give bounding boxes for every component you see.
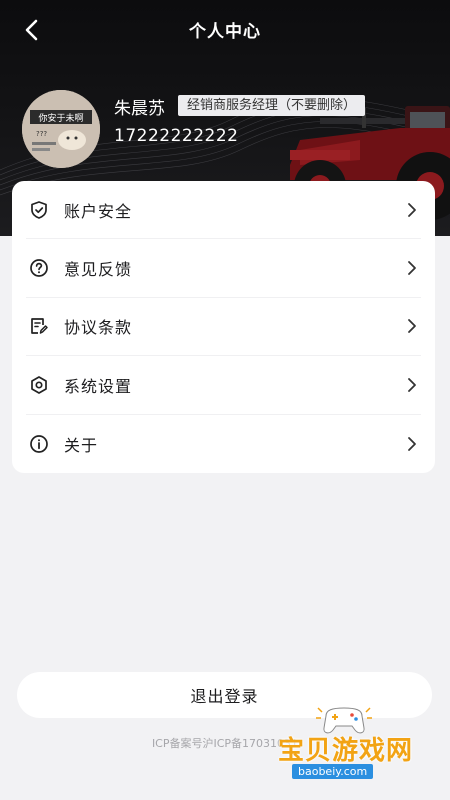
- menu-item-label: 关于: [64, 435, 99, 455]
- question-circle-icon: [28, 257, 50, 279]
- chevron-right-icon: [403, 201, 421, 219]
- chevron-left-icon: [25, 19, 38, 41]
- avatar-image: 你安于未啊 ???: [22, 90, 100, 168]
- shield-check-icon: [28, 199, 50, 221]
- menu-item-feedback[interactable]: 意见反馈: [26, 239, 421, 298]
- user-name: 朱晨苏: [114, 99, 165, 119]
- menu-item-system-settings[interactable]: 系统设置: [26, 356, 421, 415]
- watermark-url: baobeiy.com: [292, 764, 374, 779]
- menu-item-label: 账户安全: [64, 201, 133, 221]
- menu-card: 账户安全 意见反馈 协议条款 系统设置 关于: [12, 181, 435, 473]
- menu-item-about[interactable]: 关于: [26, 415, 421, 473]
- avatar[interactable]: 你安于未啊 ???: [22, 90, 100, 168]
- watermark-text: 宝贝游戏网: [278, 736, 414, 766]
- chevron-right-icon: [403, 317, 421, 335]
- hexagon-settings-icon: [28, 374, 50, 396]
- avatar-text: 你安于未啊: [38, 112, 83, 124]
- menu-item-agreement-terms[interactable]: 协议条款: [26, 298, 421, 357]
- back-button[interactable]: [18, 16, 46, 44]
- menu-item-label: 系统设置: [64, 376, 133, 396]
- avatar-subtext: ???: [36, 130, 47, 138]
- chevron-right-icon: [403, 435, 421, 453]
- role-badge: 经销商服务经理（不要删除）: [178, 95, 366, 116]
- top-bar: 个人中心: [0, 0, 450, 58]
- menu-item-label: 意见反馈: [64, 260, 133, 280]
- menu-item-label: 协议条款: [64, 318, 133, 338]
- chevron-right-icon: [403, 259, 421, 277]
- info-circle-icon: [28, 433, 50, 455]
- menu-item-account-security[interactable]: 账户安全: [26, 181, 421, 240]
- page-title: 个人中心: [189, 21, 261, 42]
- chevron-right-icon: [403, 376, 421, 394]
- document-edit-icon: [28, 315, 50, 337]
- watermark: 宝贝游戏网 baobeiy.com: [270, 702, 440, 794]
- user-phone: 17222222222: [114, 126, 239, 146]
